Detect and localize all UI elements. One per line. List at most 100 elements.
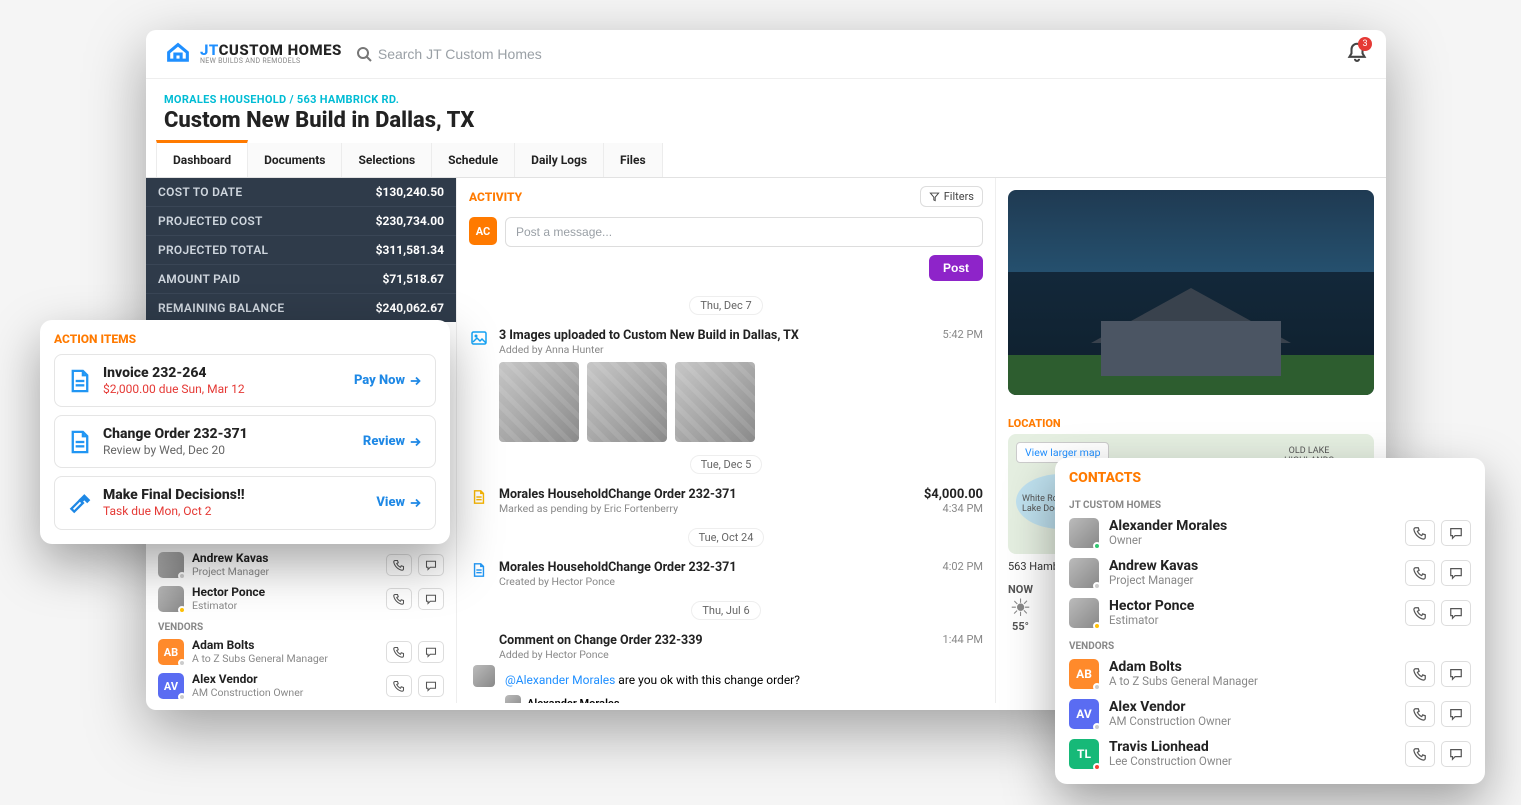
contact-row[interactable]: Alexander MoralesOwner <box>1069 513 1471 553</box>
post-message-input[interactable] <box>505 217 983 247</box>
chat-icon <box>1449 606 1463 620</box>
thumbnail[interactable] <box>675 362 755 442</box>
activity-item[interactable]: Morales HouseholdChange Order 232-371 Ma… <box>457 479 995 523</box>
date-divider: Tue, Dec 5 <box>457 450 995 479</box>
contact-row[interactable]: Hector PonceEstimator <box>146 582 456 616</box>
thumbnail[interactable] <box>587 362 667 442</box>
weather-now: NOW ☀ 55° <box>1008 583 1033 644</box>
chat-button[interactable] <box>1441 661 1471 687</box>
date-divider: Thu, Dec 7 <box>457 291 995 320</box>
kpi-row: PROJECTED TOTAL$311,581.34 <box>146 236 456 265</box>
chat-icon <box>1449 747 1463 761</box>
brand-logo[interactable]: JTCUSTOM HOMES NEW BUILDS AND REMODELS <box>164 40 342 68</box>
phone-button[interactable] <box>1405 600 1435 626</box>
project-photo[interactable] <box>1008 190 1374 395</box>
breadcrumb[interactable]: MORALES HOUSEHOLD / 563 HAMBRICK RD. <box>164 93 1368 106</box>
avatar <box>158 552 184 578</box>
author-name: Alexander Morales <box>527 697 620 704</box>
phone-icon <box>393 680 405 692</box>
chat-icon <box>425 680 437 692</box>
chat-icon <box>425 559 437 571</box>
activity-heading: ACTIVITY <box>469 190 522 204</box>
chat-button[interactable] <box>418 641 444 663</box>
page-title: Custom New Build in Dallas, TX <box>164 108 1368 133</box>
view-button[interactable]: View <box>376 495 423 510</box>
post-button[interactable]: Post <box>929 255 983 281</box>
contact-row[interactable]: AB Adam BoltsA to Z Subs General Manager <box>1069 654 1471 694</box>
tab-schedule[interactable]: Schedule <box>432 143 515 177</box>
chat-icon <box>425 593 437 605</box>
avatar: TL <box>1069 739 1099 769</box>
user-mention[interactable]: @Alexander Morales <box>505 673 615 687</box>
action-items-card: ACTION ITEMS Invoice 232-264 $2,000.00 d… <box>40 320 450 544</box>
activity-column: ACTIVITY Filters AC Post Thu, Dec 7 3 Im… <box>456 178 996 703</box>
notification-count: 3 <box>1358 37 1372 51</box>
phone-button[interactable] <box>1405 520 1435 546</box>
phone-button[interactable] <box>386 641 412 663</box>
avatar <box>1069 558 1099 588</box>
global-search[interactable] <box>356 46 1332 62</box>
avatar <box>1069 598 1099 628</box>
avatar <box>1069 518 1099 548</box>
contacts-group-label: VENDORS <box>146 616 456 635</box>
chat-button[interactable] <box>418 554 444 576</box>
phone-button[interactable] <box>1405 560 1435 586</box>
action-item[interactable]: Change Order 232-371 Review by Wed, Dec … <box>54 415 436 468</box>
phone-icon <box>1413 606 1427 620</box>
phone-button[interactable] <box>386 554 412 576</box>
kpi-row: AMOUNT PAID$71,518.67 <box>146 265 456 294</box>
phone-button[interactable] <box>1405 661 1435 687</box>
contact-row[interactable]: AV Alex VendorAM Construction Owner <box>1069 694 1471 734</box>
contact-row[interactable]: AV Alex VendorAM Construction Owner <box>146 669 456 703</box>
tab-documents[interactable]: Documents <box>248 143 342 177</box>
avatar: AV <box>1069 699 1099 729</box>
page-heading: MORALES HOUSEHOLD / 563 HAMBRICK RD. Cus… <box>146 79 1386 133</box>
chat-button[interactable] <box>1441 701 1471 727</box>
activity-item[interactable]: Comment on Change Order 232-339 Added by… <box>457 625 995 703</box>
chat-button[interactable] <box>1441 600 1471 626</box>
document-icon <box>469 560 489 580</box>
brand-name: JTCUSTOM HOMES <box>200 43 342 58</box>
review-button[interactable]: Review <box>363 434 423 449</box>
tab-selections[interactable]: Selections <box>342 143 432 177</box>
chat-button[interactable] <box>1441 560 1471 586</box>
action-item[interactable]: Make Final Decisions!! Task due Mon, Oct… <box>54 476 436 529</box>
chat-icon <box>1449 566 1463 580</box>
search-input[interactable] <box>378 46 1332 62</box>
filters-button[interactable]: Filters <box>920 186 983 207</box>
avatar: AB <box>1069 659 1099 689</box>
image-upload-icon <box>469 328 489 348</box>
phone-icon <box>1413 667 1427 681</box>
chat-button[interactable] <box>1441 741 1471 767</box>
tab-daily-logs[interactable]: Daily Logs <box>515 143 604 177</box>
contact-row[interactable]: AB Adam BoltsA to Z Subs General Manager <box>146 635 456 669</box>
sun-icon: ☀ <box>1008 596 1033 620</box>
location-heading: LOCATION <box>996 407 1386 434</box>
phone-button[interactable] <box>1405 701 1435 727</box>
arrow-right-icon <box>409 374 423 388</box>
phone-button[interactable] <box>386 675 412 697</box>
tab-dashboard[interactable]: Dashboard <box>156 140 248 177</box>
contacts-heading: CONTACTS <box>1069 470 1471 492</box>
contact-row[interactable]: TL Travis LionheadLee Construction Owner <box>1069 734 1471 774</box>
phone-icon <box>393 559 405 571</box>
phone-button[interactable] <box>386 588 412 610</box>
contacts-group-label: VENDORS <box>1069 633 1471 654</box>
chat-button[interactable] <box>418 675 444 697</box>
chat-button[interactable] <box>1441 520 1471 546</box>
phone-button[interactable] <box>1405 741 1435 767</box>
activity-item[interactable]: Morales HouseholdChange Order 232-371 Cr… <box>457 552 995 596</box>
notifications-button[interactable]: 3 <box>1346 41 1368 67</box>
contact-row[interactable]: Hector PonceEstimator <box>1069 593 1471 633</box>
contact-row[interactable]: Andrew KavasProject Manager <box>1069 553 1471 593</box>
phone-icon <box>1413 707 1427 721</box>
thumbnail[interactable] <box>499 362 579 442</box>
pay-now-button[interactable]: Pay Now <box>354 373 423 388</box>
tab-files[interactable]: Files <box>604 143 663 177</box>
arrow-right-icon <box>409 496 423 510</box>
action-item[interactable]: Invoice 232-264 $2,000.00 due Sun, Mar 1… <box>54 354 436 407</box>
activity-item[interactable]: 3 Images uploaded to Custom New Build in… <box>457 320 995 450</box>
amount: $4,000.00 <box>913 487 983 502</box>
contact-row[interactable]: Andrew KavasProject Manager <box>146 548 456 582</box>
chat-button[interactable] <box>418 588 444 610</box>
